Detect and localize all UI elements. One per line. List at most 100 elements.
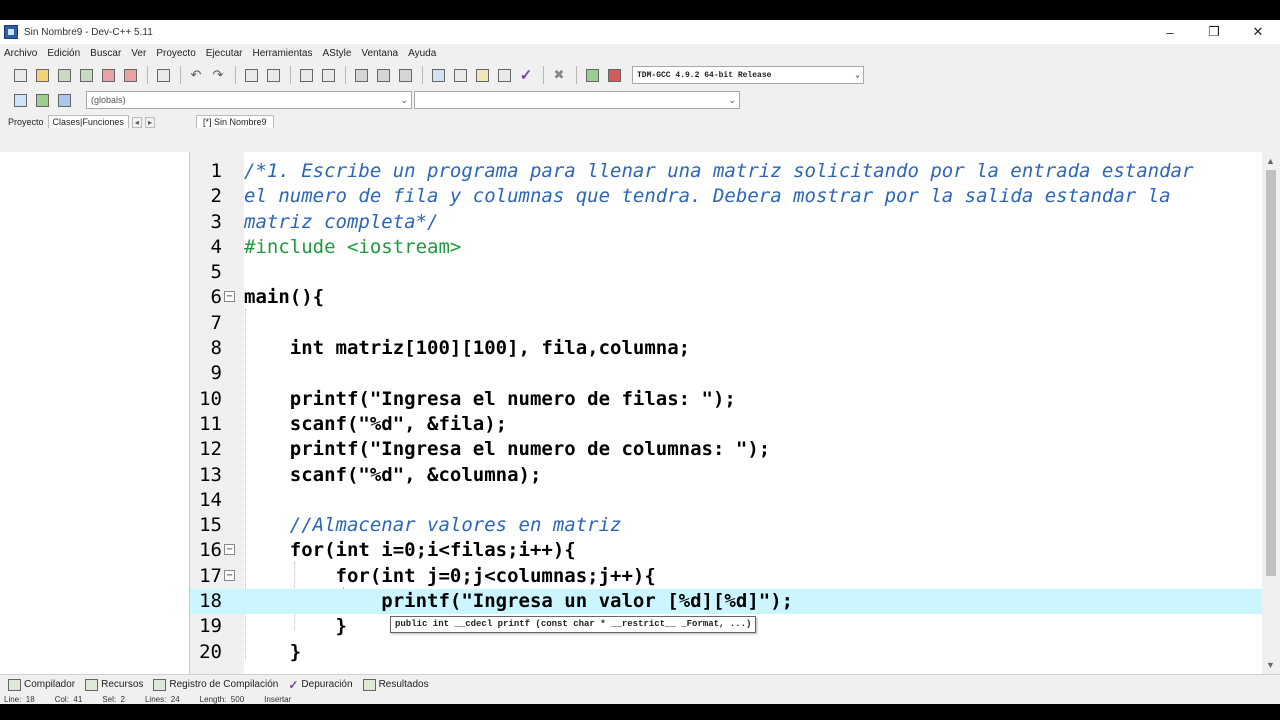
line-number: 20 [199,640,222,663]
chart-button[interactable] [582,65,602,85]
indent-icon [376,68,390,82]
minimize-button[interactable]: – [1148,20,1192,44]
open-folder-icon [35,68,49,82]
chevron-down-icon: ⌄ [855,71,860,80]
code-line: 13 scanf("%d", &columna); [190,463,1280,488]
tab-scroll-left-icon[interactable]: ◂ [131,117,142,128]
menu-ver[interactable]: Ver [131,48,146,59]
undo-button[interactable]: ↶ [186,65,206,85]
project-options-button[interactable] [54,90,74,110]
scrollbar-thumb[interactable] [1266,170,1276,576]
open-button[interactable] [32,65,52,85]
code-text: /*1. Escribe un programa para llenar una… [244,160,1194,182]
code-text: printf("Ingresa un valor [%d][%d]"); [244,590,794,613]
menu-herramientas[interactable]: Herramientas [252,48,312,59]
tab-resultados[interactable]: Resultados [362,678,429,691]
devcpp-app-icon [4,25,18,39]
close-file-icon [101,68,115,82]
tab-compilador-label: Compilador [24,679,76,690]
redo-button[interactable]: ↷ [208,65,228,85]
code-line: 14 [190,488,1280,513]
menu-astyle[interactable]: AStyle [323,48,352,59]
tab-clases-funciones[interactable]: Clases|Funciones [47,115,129,128]
menu-ejecutar[interactable]: Ejecutar [206,48,243,59]
compile-run-button[interactable] [472,65,492,85]
tab-recursos[interactable]: Recursos [85,678,143,691]
status-bar: Line: 18 Col: 41 Sel: 2 Lines: 24 Length… [0,694,1280,704]
line-number: 19 [199,615,222,638]
tab-registro-compilacion[interactable]: Registro de Compilación [153,678,278,691]
code-line: 6− main(){ [190,285,1280,310]
fold-toggle-icon[interactable]: − [224,544,235,556]
code-text: //Almacenar valores en matriz [244,514,622,537]
goto-button[interactable] [296,65,316,85]
compile-run-icon [475,68,489,82]
status-mode: Insertar [264,694,292,704]
class-browser-icon [13,93,27,107]
code-line: 20 } [190,640,1280,665]
line-number: 2 [210,185,222,208]
check-syntax-button[interactable]: ✓ [516,65,536,85]
fold-toggle-icon[interactable]: − [224,291,235,303]
vertical-scrollbar[interactable]: ▲ ▼ [1262,152,1280,674]
maximize-button[interactable]: ❐ [1192,20,1236,44]
unindent-icon [354,68,368,82]
menu-proyecto[interactable]: Proyecto [156,48,195,59]
scroll-down-icon[interactable]: ▼ [1266,660,1275,670]
menu-ayuda[interactable]: Ayuda [408,48,436,59]
indent-right-button[interactable] [373,65,393,85]
save-icon [57,68,71,82]
menu-ventana[interactable]: Ventana [361,48,398,59]
scope-select[interactable]: (globals) ⌄ [86,91,412,109]
code-line: 16− for(int i=0;i<filas;i++){ [190,538,1280,563]
toolbar-separator [147,66,148,84]
member-select[interactable]: ⌄ [414,91,740,109]
compiler-select[interactable]: TDM-GCC 4.9.2 64-bit Release ⌄ [632,66,864,84]
goto-line-icon [299,68,313,82]
tab-compilador[interactable]: Compilador [8,678,76,691]
compile-log-icon [153,678,167,691]
menu-edicion[interactable]: Edición [47,48,80,59]
code-text: scanf("%d", &columna); [244,463,542,486]
fold-toggle-icon[interactable]: − [224,569,235,581]
compile-button[interactable] [428,65,448,85]
secondary-toolbar: (globals) ⌄ ⌄ [0,88,1280,112]
code-line: 9 [190,361,1280,386]
replace-button[interactable] [263,65,283,85]
menu-buscar[interactable]: Buscar [90,48,121,59]
status-sel: Sel: 2 [102,694,125,704]
menu-archivo[interactable]: Archivo [4,48,37,59]
line-number: 17 [199,564,222,587]
code-editor[interactable]: 1 /*1. Escribe un programa para llenar un… [190,152,1280,674]
scroll-up-icon[interactable]: ▲ [1266,156,1275,166]
tab-scroll-right-icon[interactable]: ▸ [144,117,155,128]
debug-button[interactable] [604,65,624,85]
find-button[interactable] [241,65,261,85]
run-button[interactable] [450,65,470,85]
save-all-button[interactable] [76,65,96,85]
indent-left-button[interactable] [351,65,371,85]
code-text: el numero de fila y columnas que tendra.… [244,185,1171,208]
title-bar: Sin Nombre9 - Dev-C++ 5.11 – ❐ ✕ [0,20,1280,44]
close-button[interactable]: ✕ [1236,20,1280,44]
class-browser-button[interactable] [10,90,30,110]
insert-button[interactable] [32,90,52,110]
editor-tab[interactable]: [*] Sin Nombre9 [196,115,274,128]
class-browser-panel[interactable] [0,152,190,674]
save-button[interactable] [54,65,74,85]
undo-icon: ↶ [190,67,202,82]
compiler-grid-icon [8,678,21,691]
bookmark-button[interactable] [318,65,338,85]
rebuild-button[interactable] [494,65,514,85]
close-file-button[interactable] [98,65,118,85]
code-text: int matriz[100][100], fila,columna; [244,337,691,360]
toggle-comment-button[interactable] [395,65,415,85]
print-button[interactable] [153,65,173,85]
close-all-button[interactable] [120,65,140,85]
check-icon: ✓ [519,67,533,84]
tab-depuracion[interactable]: ✓ Depuración [288,678,352,692]
new-file-button[interactable] [10,65,30,85]
bookmark-icon [321,68,335,82]
stop-button[interactable]: ✖ [549,65,569,85]
tab-proyecto[interactable]: Proyecto [4,116,48,128]
